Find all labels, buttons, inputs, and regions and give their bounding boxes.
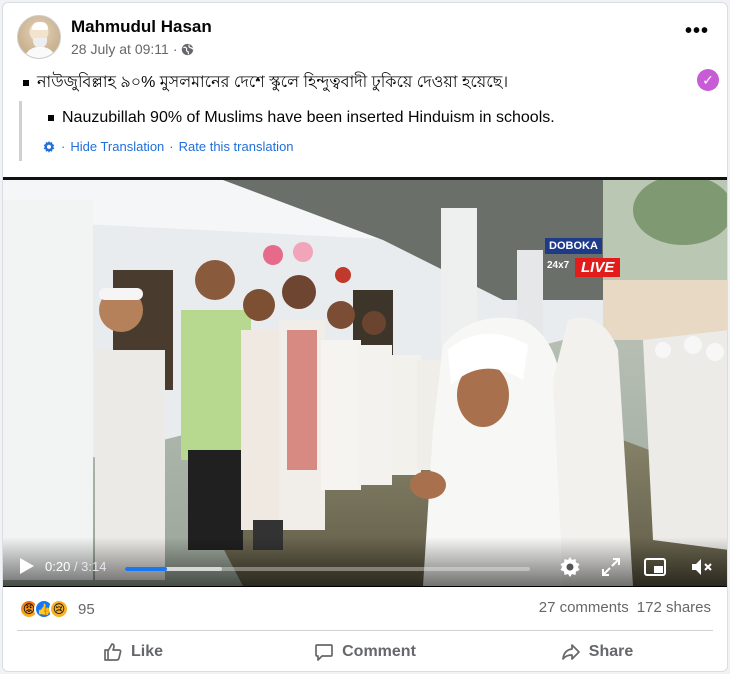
divider <box>17 630 713 631</box>
progress-fill <box>125 567 167 571</box>
translated-text: Nauzubillah 90% of Muslims have been ins… <box>62 109 555 126</box>
share-button[interactable]: Share <box>481 633 713 671</box>
like-button[interactable]: Like <box>17 633 249 671</box>
post-header: Mahmudul Hasan 28 July at 09:11 · ••• <box>17 15 713 63</box>
mute-icon[interactable] <box>689 555 713 579</box>
reactions[interactable]: 😡 👍 😢 95 <box>19 599 95 619</box>
author-name[interactable]: Mahmudul Hasan <box>71 17 212 37</box>
action-bar: Like Comment Share <box>17 633 713 671</box>
comments-count[interactable]: 27 comments <box>539 599 629 616</box>
share-label: Share <box>588 643 634 660</box>
link-separator: · <box>61 139 66 154</box>
like-label: Like <box>130 643 163 660</box>
comment-icon <box>315 644 333 661</box>
current-time: 0:20 <box>45 559 71 574</box>
video-time: 0:20 / 3:14 <box>45 559 106 574</box>
post-meta: 28 July at 09:11 · <box>71 41 195 57</box>
video-controls: 0:20 / 3:14 <box>3 537 727 587</box>
channel-logo: DOBOKA 24x7 LIVE <box>541 238 631 278</box>
post-card: Mahmudul Hasan 28 July at 09:11 · ••• না… <box>2 2 728 672</box>
video-player[interactable]: DOBOKA 24x7 LIVE 0:20 / 3:14 <box>3 177 727 587</box>
post-timestamp[interactable]: 28 July at 09:11 <box>71 41 169 57</box>
play-icon[interactable] <box>19 557 35 575</box>
link-separator: · <box>169 139 174 154</box>
hide-translation-link[interactable]: Hide Translation <box>70 139 164 154</box>
channel-logo-name: DOBOKA <box>545 238 602 254</box>
globe-icon[interactable] <box>181 43 195 56</box>
post-original-text: নাউজুবিল্লাহ ৯০% মুসলমানের দেশে স্কুলে হ… <box>23 69 508 96</box>
live-badge: LIVE <box>575 258 621 277</box>
rate-translation-link[interactable]: Rate this translation <box>179 139 294 154</box>
check-badge-icon: ✓ <box>697 69 719 91</box>
settings-icon[interactable] <box>558 555 582 579</box>
comment-button[interactable]: Comment <box>249 633 481 671</box>
more-options-button[interactable]: ••• <box>685 21 709 41</box>
engagement-bar: 😡 👍 😢 95 27 comments 172 shares <box>17 595 713 623</box>
translation-block: Nauzubillah 90% of Muslims have been ins… <box>19 101 709 161</box>
sad-icon: 😢 <box>49 599 69 619</box>
shares-count[interactable]: 172 shares <box>637 599 711 616</box>
video-progress-bar[interactable] <box>125 567 530 571</box>
fullscreen-icon[interactable] <box>599 555 623 579</box>
bullet-icon <box>48 115 54 121</box>
channel-logo-247: 24x7 <box>547 260 570 271</box>
engagement-counts: 27 comments 172 shares <box>539 599 711 616</box>
avatar[interactable] <box>17 15 61 59</box>
translated-text-row: Nauzubillah 90% of Muslims have been ins… <box>48 109 555 127</box>
comment-label: Comment <box>342 643 416 660</box>
translation-links: · Hide Translation · Rate this translati… <box>42 139 294 154</box>
gear-icon <box>43 140 55 153</box>
picture-in-picture-icon[interactable] <box>643 555 667 579</box>
original-text: নাউজুবিল্লাহ ৯০% মুসলমানের দেশে স্কুলে হ… <box>37 74 509 91</box>
reaction-count[interactable]: 95 <box>78 601 95 618</box>
duration: / 3:14 <box>73 559 107 574</box>
meta-separator: · <box>172 41 178 57</box>
thumbs-up-icon <box>104 643 122 661</box>
share-icon <box>561 644 580 660</box>
bullet-icon <box>23 79 29 86</box>
